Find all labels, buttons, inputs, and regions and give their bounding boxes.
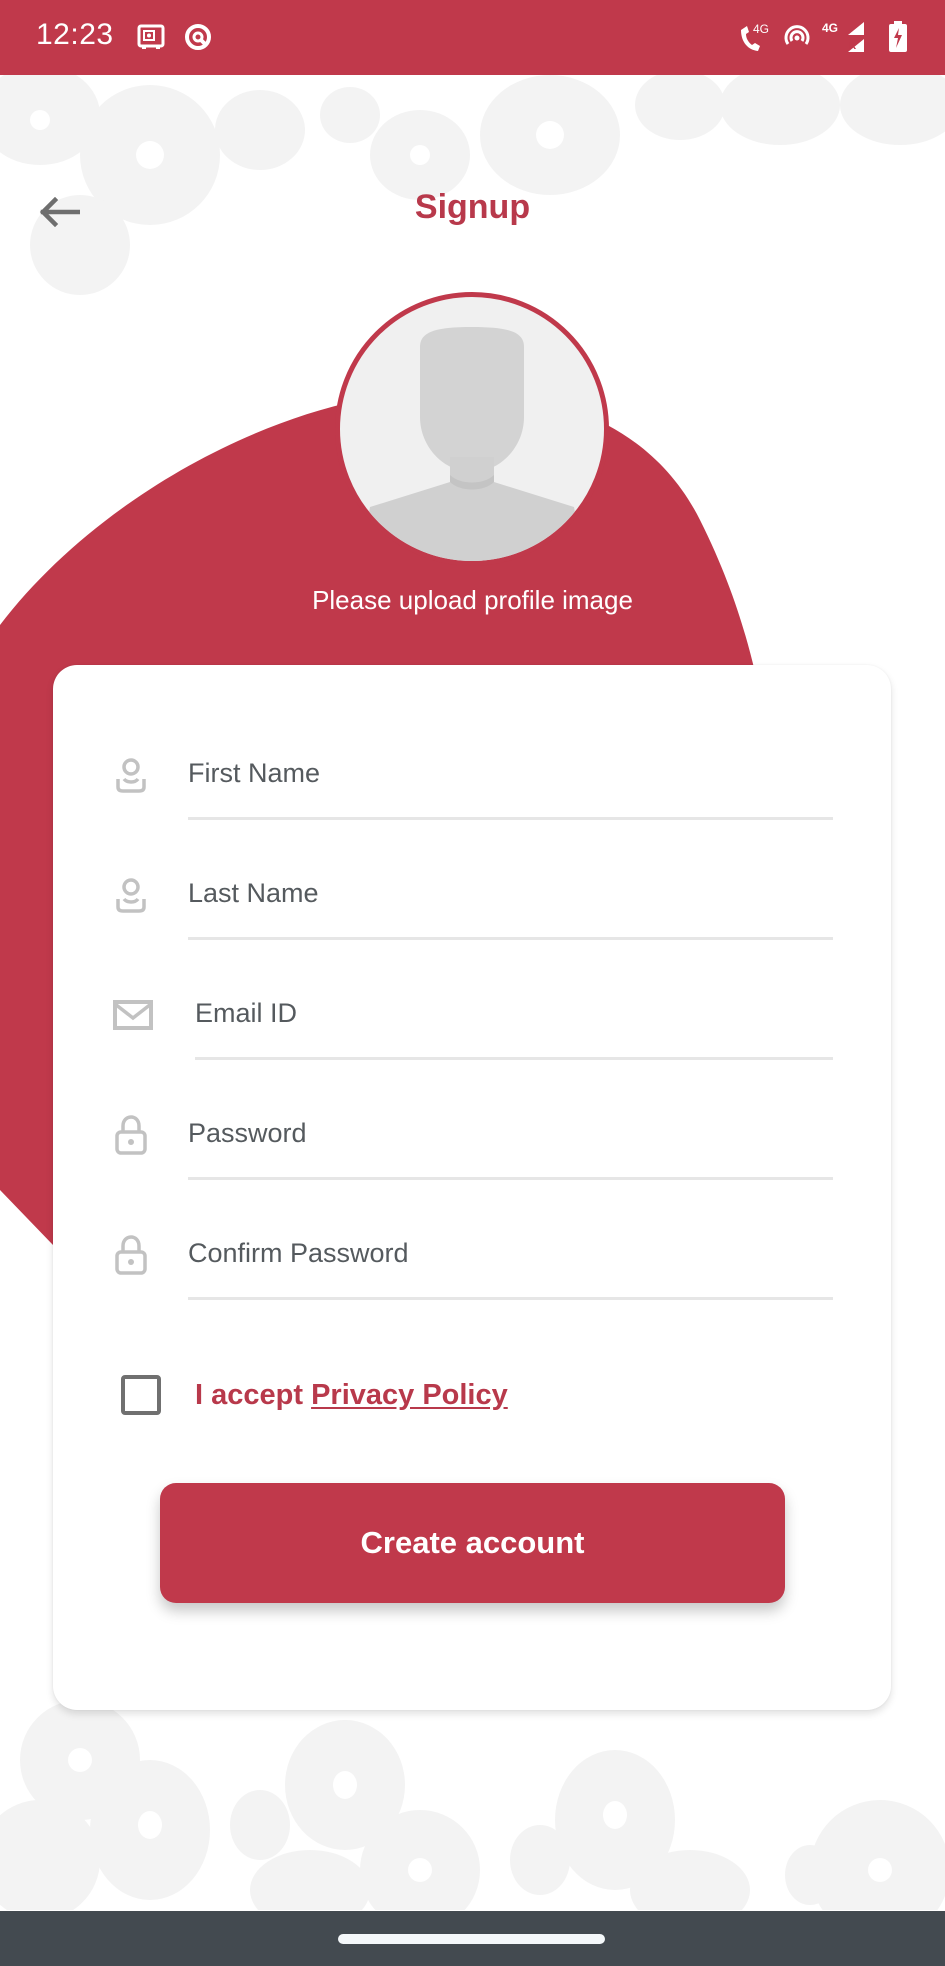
lock-icon [113,1115,149,1155]
privacy-consent: I accept Privacy Policy [121,1370,508,1420]
battery-charging-icon [888,20,908,54]
last-name-underline [188,937,833,940]
password-underline [188,1177,833,1180]
profile-image-upload[interactable] [335,292,609,566]
signup-form-card: I accept Privacy Policy Create account [53,665,891,1710]
email-input[interactable] [195,985,833,1041]
create-account-button[interactable]: Create account [160,1483,785,1603]
user-icon [113,755,149,795]
volte-call-icon: 4G [738,20,770,54]
email-underline [195,1057,833,1060]
user-icon [113,875,149,915]
system-navigation-bar [0,1911,945,1966]
home-gesture-handle[interactable] [338,1934,605,1944]
signal-4g-icon: 4G R [822,20,878,54]
email-field [113,975,833,1065]
svg-text:4G: 4G [753,22,769,36]
confirm-password-input[interactable] [188,1225,833,1281]
status-time: 12:23 [36,18,114,51]
svg-text:4G: 4G [822,21,838,35]
privacy-checkbox[interactable] [121,1375,161,1415]
consent-prefix: I accept [195,1378,312,1411]
last-name-field [113,855,833,945]
last-name-input[interactable] [188,865,833,921]
privacy-policy-link[interactable]: Privacy Policy [311,1379,508,1411]
lock-icon [113,1235,149,1275]
background-pattern-bottom [0,1700,945,1910]
password-input[interactable] [188,1105,833,1161]
vault-icon [137,20,165,54]
signal-roaming-icon: R [849,41,857,52]
mail-icon [113,995,153,1035]
first-name-underline [188,817,833,820]
header: Signup [0,170,945,250]
first-name-field [113,735,833,825]
status-bar: 12:23 4G 4G R [0,0,945,75]
consent-label: I accept Privacy Policy [195,1379,508,1412]
do-not-disturb-icon [183,20,213,54]
password-field [113,1095,833,1185]
hotspot-icon [782,20,812,54]
user-silhouette-icon [360,327,584,561]
first-name-input[interactable] [188,745,833,801]
confirm-password-underline [188,1297,833,1300]
upload-hint: Please upload profile image [312,585,633,615]
confirm-password-field [113,1215,833,1305]
page-title: Signup [414,188,531,226]
